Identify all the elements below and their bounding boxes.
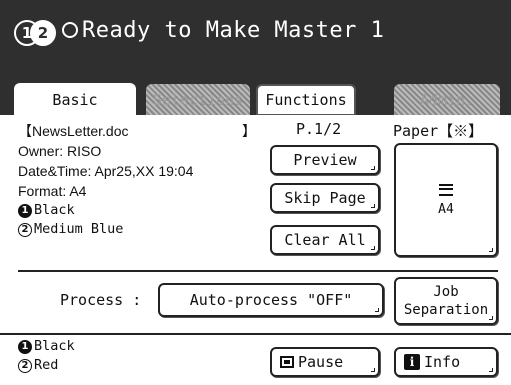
drum-2-badge: 2 <box>30 20 56 46</box>
basic-panel: 【NewsLetter.doc Owner: RISO Date&Time: A… <box>0 115 511 385</box>
ready-circle-icon <box>62 22 78 38</box>
document-ink-1-label: Black <box>34 202 75 218</box>
current-ink-2: 2 Red <box>18 356 75 375</box>
current-drums: 1 Black 2 Red <box>18 337 75 375</box>
current-ink-1: 1 Black <box>18 337 75 356</box>
clear-all-button-label: Clear All <box>284 231 366 249</box>
process-label: Process : <box>60 291 142 309</box>
job-separation-button[interactable]: Job Separation <box>394 277 498 325</box>
paper-tray-icon <box>439 183 453 196</box>
drum-indicator: 1 2 <box>14 20 56 46</box>
divider <box>18 270 498 272</box>
drum-2-icon: 2 <box>18 358 32 373</box>
auto-process-button[interactable]: Auto-process "OFF" <box>158 283 384 317</box>
status-message: Ready to Make Master 1 <box>62 18 384 43</box>
tab-selections-label: Selections <box>152 91 244 109</box>
divider <box>0 333 511 335</box>
preview-button[interactable]: Preview <box>270 145 380 175</box>
skip-page-button[interactable]: Skip Page <box>270 183 380 213</box>
tab-selections[interactable]: Selections <box>146 84 250 116</box>
tab-admin-label: Admin. <box>419 91 475 109</box>
paper-label: Paper【※】 <box>393 122 484 140</box>
status-bar: 1 2 Ready to Make Master 1 Basic Selecti… <box>0 0 511 117</box>
document-owner: Owner: RISO <box>18 143 102 159</box>
document-ink-1: 1 Black <box>18 201 193 220</box>
document-info: 【NewsLetter.doc Owner: RISO Date&Time: A… <box>18 121 193 239</box>
info-button-label: Info <box>424 353 461 371</box>
drum-1-icon: 1 <box>18 203 32 218</box>
clear-all-button[interactable]: Clear All <box>270 225 380 255</box>
job-separation-line1: Job <box>433 284 459 300</box>
tab-admin[interactable]: Admin. <box>394 84 500 116</box>
auto-process-button-label: Auto-process "OFF" <box>189 291 353 309</box>
paper-button[interactable]: A4 <box>394 143 498 257</box>
current-ink-2-label: Red <box>34 357 59 373</box>
document-name: 【NewsLetter.doc <box>18 123 129 139</box>
info-button[interactable]: i Info <box>394 347 498 377</box>
page-indicator: P.1/2 <box>296 120 342 138</box>
paper-size: A4 <box>438 201 454 217</box>
job-separation-line2: Separation <box>403 302 489 318</box>
current-ink-1-label: Black <box>34 338 75 354</box>
document-datetime: Date&Time: Apr25,XX 19:04 <box>18 163 194 179</box>
status-message-text: Ready to Make Master 1 <box>82 18 385 43</box>
document-ink-2-label: Medium Blue <box>34 221 124 237</box>
pause-button-label: Pause <box>298 353 344 371</box>
document-ink-2: 2 Medium Blue <box>18 220 193 239</box>
drum-1-icon: 1 <box>18 339 32 354</box>
document-name-bracket: 】 <box>242 124 256 140</box>
tab-functions[interactable]: Functions <box>256 84 356 116</box>
pause-button[interactable]: Pause <box>270 347 380 377</box>
pause-icon <box>280 356 294 368</box>
document-format: Format: A4 <box>18 183 87 199</box>
tab-basic-label: Basic <box>52 91 98 109</box>
preview-button-label: Preview <box>293 151 357 169</box>
drum-2-icon: 2 <box>18 222 32 237</box>
tab-functions-label: Functions <box>265 91 347 109</box>
tab-basic[interactable]: Basic <box>14 83 136 117</box>
skip-page-button-label: Skip Page <box>284 189 366 207</box>
info-icon: i <box>404 354 420 370</box>
